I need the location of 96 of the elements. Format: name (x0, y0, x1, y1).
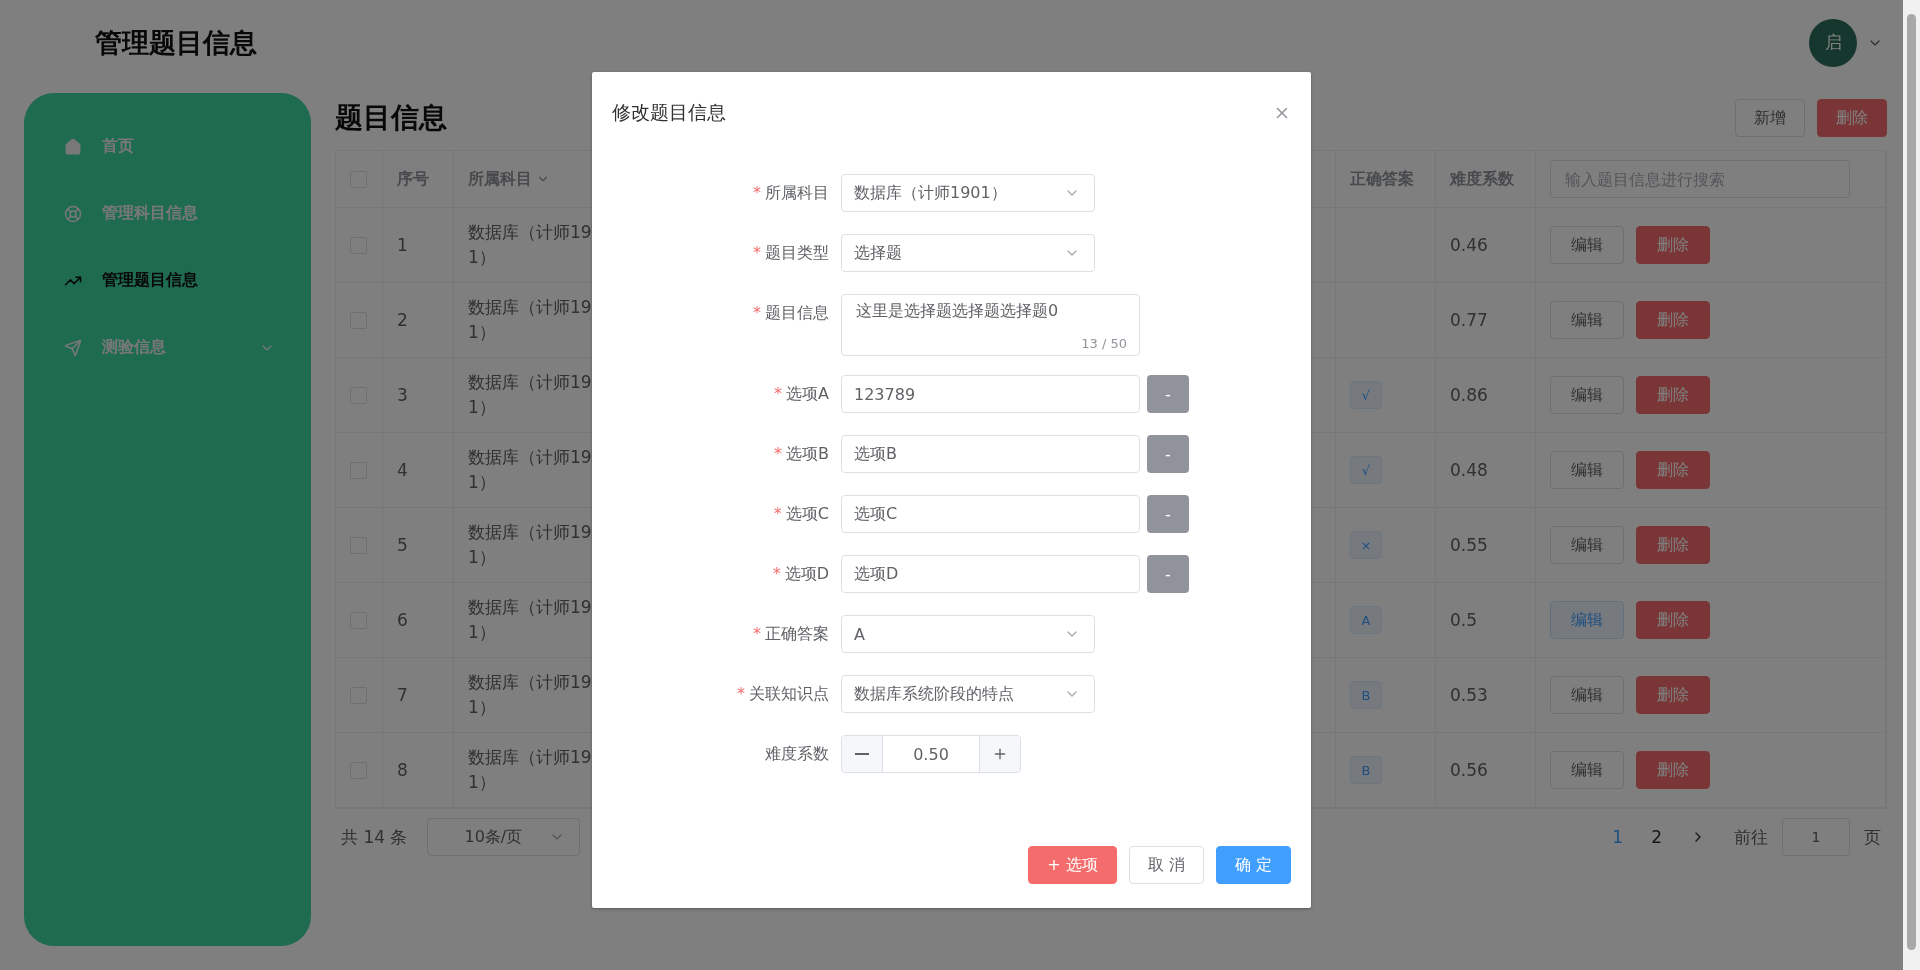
page-size-select[interactable]: 10条/页 (427, 818, 581, 856)
input-field[interactable]: 选项C (841, 495, 1140, 533)
edit-button[interactable]: 编辑 (1550, 751, 1624, 789)
form-label: * 题目信息 (752, 302, 830, 324)
edit-button[interactable]: 编辑 (1550, 601, 1624, 639)
page-input[interactable]: 1 (1782, 818, 1850, 856)
table-cell-text: 数据库（计师19 1） (468, 371, 592, 419)
form-label: * 正确答案 (752, 623, 830, 645)
minus-icon (855, 753, 869, 755)
answer-tag: √ (1350, 456, 1382, 484)
confirm-button[interactable]: 确 定 (1215, 846, 1291, 884)
table-cell: 0.77 (1450, 310, 1488, 330)
lifebuoy-icon (64, 204, 82, 223)
edit-button[interactable]: 编辑 (1550, 376, 1624, 414)
remove-option-button[interactable]: - (1147, 495, 1189, 533)
delete-button[interactable]: 删除 (1636, 751, 1710, 789)
delete-button[interactable]: 删除 (1636, 376, 1710, 414)
delete-button[interactable]: 删除 (1636, 451, 1710, 489)
edit-button[interactable]: 编辑 (1550, 451, 1624, 489)
input-field[interactable]: 选项D (841, 555, 1140, 593)
dialog-title: 修改题目信息 (612, 100, 726, 125)
decrement-button[interactable] (842, 736, 882, 772)
select-field[interactable]: 数据库（计师1901） (841, 174, 1095, 212)
select-field[interactable]: 数据库系统阶段的特点 (841, 675, 1095, 713)
select-field[interactable]: A (841, 615, 1095, 653)
table-cell: 0.86 (1450, 385, 1488, 405)
table-cell: 0.48 (1450, 460, 1488, 480)
table-cell: 3 (397, 385, 408, 405)
form-label: * 题目类型 (752, 242, 830, 264)
table-cell: 4 (397, 460, 408, 480)
form-label: * 所属科目 (752, 182, 830, 204)
goto-label: 前往 (1734, 825, 1768, 849)
table-cell-text: 数据库（计师19 1） (468, 221, 592, 269)
delete-button[interactable]: 删除 (1636, 226, 1710, 264)
table-cell: 6 (397, 610, 408, 630)
paper-plane-icon (64, 338, 82, 357)
remove-option-button[interactable]: - (1147, 435, 1189, 473)
page-number[interactable]: 1 (1612, 827, 1624, 847)
answer-tag: × (1350, 531, 1382, 559)
input-field[interactable]: 123789 (841, 375, 1140, 413)
delete-button[interactable]: 删除 (1817, 99, 1887, 137)
delete-button[interactable]: 删除 (1636, 526, 1710, 564)
form-label: * 选项A (773, 383, 830, 405)
sidebar-item[interactable]: 管理题目信息 (24, 247, 311, 314)
table-cell-text: 数据库（计师19 1） (468, 296, 592, 344)
edit-button[interactable]: 编辑 (1550, 226, 1624, 264)
table-cell: 8 (397, 760, 408, 780)
table-cell: 0.55 (1450, 535, 1488, 555)
form-label: * 选项B (773, 443, 830, 465)
table-cell: 0.56 (1450, 760, 1488, 780)
remove-option-button[interactable]: - (1147, 555, 1189, 593)
table-cell-text: 数据库（计师19 1） (468, 596, 592, 644)
select-field[interactable]: 选择题 (841, 234, 1095, 272)
add-button[interactable]: 新增 (1735, 99, 1805, 137)
table-cell-text: 数据库（计师19 1） (468, 671, 592, 719)
form-label: * 选项D (771, 563, 830, 585)
char-counter: 13 / 50 (1081, 336, 1127, 351)
plus-icon (992, 746, 1008, 762)
textarea-field[interactable]: 这里是选择题选择题选择题0 13 / 50 (841, 294, 1140, 356)
page-suffix: 页 (1864, 825, 1881, 849)
answer-tag: B (1350, 681, 1382, 709)
answer-tag: A (1350, 606, 1382, 634)
form-label: 难度系数 (764, 743, 830, 765)
form-label: * 选项C (772, 503, 830, 525)
table-cell: 0.53 (1450, 685, 1488, 705)
edit-button[interactable]: 编辑 (1550, 676, 1624, 714)
answer-tag: B (1350, 756, 1382, 784)
table-cell: 7 (397, 685, 408, 705)
delete-button[interactable]: 删除 (1636, 676, 1710, 714)
table-cell-text: 数据库（计师19 1） (468, 521, 592, 569)
scrollbar-thumb[interactable] (1907, 14, 1916, 950)
cancel-button[interactable]: 取 消 (1128, 846, 1204, 884)
table-cell: 0.46 (1450, 235, 1488, 255)
app-title: 管理题目信息 (95, 25, 257, 60)
page-heading: 题目信息 (335, 100, 447, 136)
delete-button[interactable]: 删除 (1636, 301, 1710, 339)
answer-tag: √ (1350, 381, 1382, 409)
total-count: 共 14 条 (341, 825, 408, 849)
table-cell: 2 (397, 310, 408, 330)
edit-button[interactable]: 编辑 (1550, 301, 1624, 339)
delete-button[interactable]: 删除 (1636, 601, 1710, 639)
table-cell: 5 (397, 535, 408, 555)
add-option-button[interactable]: + 选项 (1028, 846, 1117, 884)
page-number[interactable]: 2 (1651, 827, 1662, 847)
table-cell: 0.5 (1450, 610, 1478, 630)
edit-button[interactable]: 编辑 (1550, 526, 1624, 564)
home-icon (64, 137, 82, 156)
table-cell-text: 数据库（计师19 1） (468, 446, 592, 494)
remove-option-button[interactable]: - (1147, 375, 1189, 413)
table-cell-text: 数据库（计师19 1） (468, 746, 592, 794)
user-avatar[interactable]: 启 (1809, 18, 1857, 67)
number-stepper[interactable]: 0.50 (841, 735, 1021, 773)
table-cell: 1 (397, 235, 408, 255)
increment-button[interactable] (980, 736, 1020, 772)
form-label: * 关联知识点 (736, 683, 830, 705)
input-field[interactable]: 选项B (841, 435, 1140, 473)
